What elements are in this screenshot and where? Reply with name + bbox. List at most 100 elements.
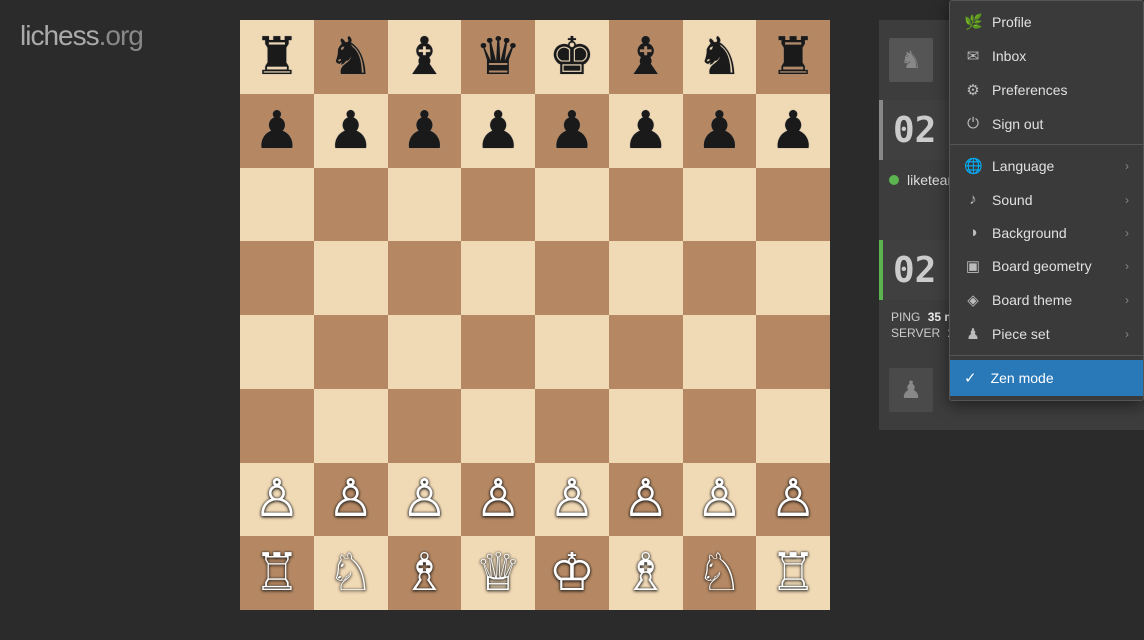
- chess-piece: ♔: [549, 547, 596, 599]
- board-cell-2-5[interactable]: [609, 168, 683, 242]
- board-cell-0-7[interactable]: ♜: [756, 20, 830, 94]
- board-cell-7-3[interactable]: ♕: [461, 536, 535, 610]
- board-cell-7-0[interactable]: ♖: [240, 536, 314, 610]
- board-cell-3-7[interactable]: [756, 241, 830, 315]
- board-cell-6-4[interactable]: ♙: [535, 463, 609, 537]
- chess-piece: ♚: [549, 31, 596, 83]
- board-cell-5-2[interactable]: [388, 389, 462, 463]
- board-cell-6-3[interactable]: ♙: [461, 463, 535, 537]
- board-cell-3-1[interactable]: [314, 241, 388, 315]
- profile-icon: 🌿: [964, 13, 982, 31]
- player-avatar: ♟: [889, 368, 933, 412]
- board-cell-5-3[interactable]: [461, 389, 535, 463]
- menu-item-zen-mode[interactable]: ✓ Zen mode: [950, 360, 1143, 396]
- board-cell-7-5[interactable]: ♗: [609, 536, 683, 610]
- board-cell-1-0[interactable]: ♟: [240, 94, 314, 168]
- board-cell-6-5[interactable]: ♙: [609, 463, 683, 537]
- chess-piece: ♞: [696, 31, 743, 83]
- chess-piece: ♟: [327, 105, 374, 157]
- board-cell-2-0[interactable]: [240, 168, 314, 242]
- board-cell-6-2[interactable]: ♙: [388, 463, 462, 537]
- board-theme-label: Board theme: [992, 292, 1072, 308]
- menu-item-background[interactable]: ◑ Background ›: [950, 216, 1143, 249]
- board-cell-0-5[interactable]: ♝: [609, 20, 683, 94]
- player-name: liketear: [907, 172, 952, 188]
- board-cell-1-2[interactable]: ♟: [388, 94, 462, 168]
- board-cell-5-7[interactable]: [756, 389, 830, 463]
- menu-item-board-theme[interactable]: ◈ Board theme ›: [950, 283, 1143, 317]
- board-cell-4-0[interactable]: [240, 315, 314, 389]
- board-cell-4-7[interactable]: [756, 315, 830, 389]
- board-cell-3-5[interactable]: [609, 241, 683, 315]
- board-cell-4-1[interactable]: [314, 315, 388, 389]
- menu-item-piece-set[interactable]: ♟ Piece set ›: [950, 317, 1143, 351]
- chess-piece: ♙: [401, 473, 448, 525]
- menu-section-zen: ✓ Zen mode: [950, 356, 1143, 400]
- board-cell-5-6[interactable]: [683, 389, 757, 463]
- board-cell-3-4[interactable]: [535, 241, 609, 315]
- menu-item-language[interactable]: 🌐 Language ›: [950, 149, 1143, 183]
- board-cell-4-5[interactable]: [609, 315, 683, 389]
- board-cell-7-7[interactable]: ♖: [756, 536, 830, 610]
- chess-piece: ♝: [622, 31, 669, 83]
- menu-item-sound[interactable]: ♪ Sound ›: [950, 183, 1143, 216]
- board-cell-4-2[interactable]: [388, 315, 462, 389]
- chess-piece: ♙: [549, 473, 596, 525]
- chess-piece: ♛: [475, 31, 522, 83]
- board-cell-3-6[interactable]: [683, 241, 757, 315]
- chess-piece: ♙: [254, 473, 301, 525]
- chess-piece: ♙: [475, 473, 522, 525]
- board-cell-0-0[interactable]: ♜: [240, 20, 314, 94]
- board-cell-2-1[interactable]: [314, 168, 388, 242]
- logo-tld: .org: [99, 20, 143, 51]
- board-cell-2-4[interactable]: [535, 168, 609, 242]
- profile-label: Profile: [992, 14, 1032, 30]
- board-cell-1-7[interactable]: ♟: [756, 94, 830, 168]
- board-cell-4-6[interactable]: [683, 315, 757, 389]
- board-cell-3-2[interactable]: [388, 241, 462, 315]
- chess-piece: ♟: [254, 105, 301, 157]
- board-cell-1-1[interactable]: ♟: [314, 94, 388, 168]
- board-cell-5-1[interactable]: [314, 389, 388, 463]
- inbox-label: Inbox: [992, 48, 1026, 64]
- piece-set-label: Piece set: [992, 326, 1050, 342]
- chess-piece: ♟: [696, 105, 743, 157]
- menu-item-inbox[interactable]: ✉ Inbox: [950, 39, 1143, 73]
- board-cell-5-4[interactable]: [535, 389, 609, 463]
- board-cell-0-1[interactable]: ♞: [314, 20, 388, 94]
- board-cell-6-7[interactable]: ♙: [756, 463, 830, 537]
- board-cell-7-6[interactable]: ♘: [683, 536, 757, 610]
- board-cell-0-4[interactable]: ♚: [535, 20, 609, 94]
- board-cell-6-1[interactable]: ♙: [314, 463, 388, 537]
- chess-board[interactable]: ♜♞♝♛♚♝♞♜♟♟♟♟♟♟♟♟♙♙♙♙♙♙♙♙♖♘♗♕♔♗♘♖: [240, 20, 830, 610]
- menu-item-preferences[interactable]: ⚙ Preferences: [950, 73, 1143, 107]
- board-cell-0-6[interactable]: ♞: [683, 20, 757, 94]
- board-cell-1-3[interactable]: ♟: [461, 94, 535, 168]
- board-cell-5-0[interactable]: [240, 389, 314, 463]
- background-icon: ◑: [964, 224, 982, 241]
- board-cell-1-5[interactable]: ♟: [609, 94, 683, 168]
- board-cell-2-3[interactable]: [461, 168, 535, 242]
- board-cell-4-3[interactable]: [461, 315, 535, 389]
- chess-piece: ♕: [475, 547, 522, 599]
- board-cell-7-2[interactable]: ♗: [388, 536, 462, 610]
- board-cell-1-6[interactable]: ♟: [683, 94, 757, 168]
- board-cell-2-6[interactable]: [683, 168, 757, 242]
- board-cell-2-2[interactable]: [388, 168, 462, 242]
- board-cell-0-3[interactable]: ♛: [461, 20, 535, 94]
- board-cell-2-7[interactable]: [756, 168, 830, 242]
- board-cell-0-2[interactable]: ♝: [388, 20, 462, 94]
- board-cell-1-4[interactable]: ♟: [535, 94, 609, 168]
- board-cell-3-3[interactable]: [461, 241, 535, 315]
- sound-icon: ♪: [964, 191, 982, 208]
- board-cell-7-1[interactable]: ♘: [314, 536, 388, 610]
- menu-item-profile[interactable]: 🌿 Profile: [950, 5, 1143, 39]
- board-cell-4-4[interactable]: [535, 315, 609, 389]
- menu-item-sign-out[interactable]: ⏻ Sign out: [950, 107, 1143, 140]
- board-cell-6-6[interactable]: ♙: [683, 463, 757, 537]
- board-cell-7-4[interactable]: ♔: [535, 536, 609, 610]
- board-cell-5-5[interactable]: [609, 389, 683, 463]
- menu-item-board-geometry[interactable]: ▣ Board geometry ›: [950, 249, 1143, 283]
- board-cell-3-0[interactable]: [240, 241, 314, 315]
- board-cell-6-0[interactable]: ♙: [240, 463, 314, 537]
